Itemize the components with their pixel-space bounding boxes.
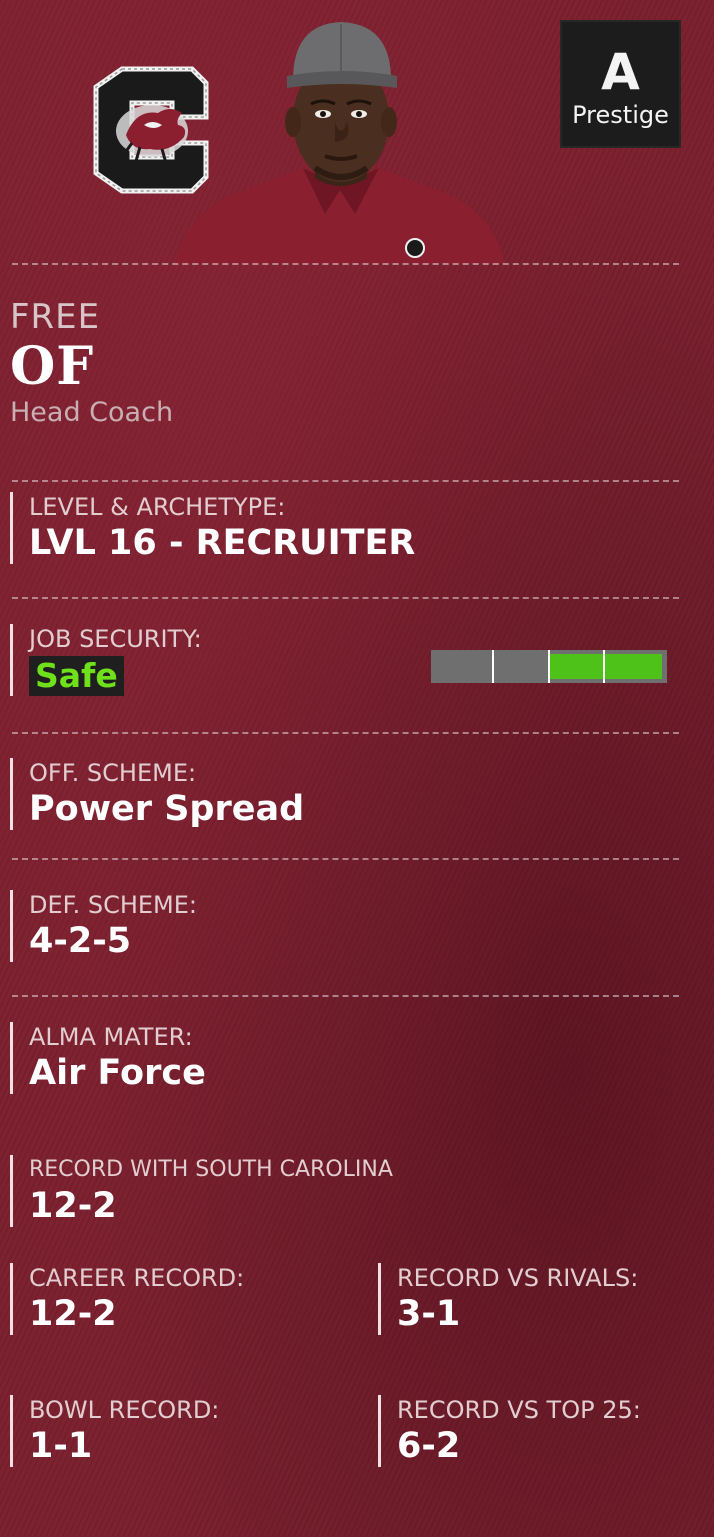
job-security-value: Safe [29,656,124,696]
alma-mater-field: ALMA MATER: Air Force [10,1022,206,1094]
def-scheme-value: 4-2-5 [29,921,132,961]
record-with-team-field: RECORD WITH SOUTH CAROLINA 12-2 [10,1155,393,1227]
def-scheme-label: DEF. SCHEME: [29,891,198,919]
level-archetype-label: LEVEL & ARCHETYPE: [29,493,286,521]
off-scheme-label: OFF. SCHEME: [29,759,197,787]
meter-tick [603,650,605,683]
record-with-team-label: RECORD WITH SOUTH CAROLINA [29,1157,393,1182]
prestige-badge: A Prestige [560,20,681,148]
job-security-meter-fill [548,654,662,679]
record-vs-top25-value: 6-2 [397,1426,461,1466]
divider [12,263,679,265]
record-vs-rivals-value: 3-1 [397,1294,461,1334]
alma-mater-value: Air Force [29,1053,206,1093]
level-archetype-value: LVL 16 - RECRUITER [29,523,416,563]
record-vs-top25-field: RECORD VS TOP 25: 6-2 [378,1395,641,1467]
def-scheme-field: DEF. SCHEME: 4-2-5 [10,890,197,962]
coach-first-name: FREE [10,297,101,337]
bowl-record-label: BOWL RECORD: [29,1396,220,1424]
coach-role: Head Coach [10,397,174,428]
job-security-field: JOB SECURITY: Safe [10,624,202,696]
job-security-meter [431,650,667,683]
meter-tick [492,650,494,683]
career-record-field: CAREER RECORD: 12-2 [10,1263,244,1335]
record-vs-rivals-field: RECORD VS RIVALS: 3-1 [378,1263,638,1335]
divider [12,858,679,860]
coach-name-block: FREE OF Head Coach [10,297,173,429]
bowl-record-value: 1-1 [29,1426,93,1466]
record-with-team-value: 12-2 [29,1186,117,1226]
career-record-label: CAREER RECORD: [29,1264,245,1292]
record-vs-top25-label: RECORD VS TOP 25: [397,1396,641,1424]
prestige-label: Prestige [572,101,669,129]
coach-last-name: OF [10,336,95,397]
job-security-label: JOB SECURITY: [29,625,202,653]
divider [12,995,679,997]
career-record-value: 12-2 [29,1294,117,1334]
meter-tick [548,650,550,683]
divider [12,597,679,599]
bowl-record-field: BOWL RECORD: 1-1 [10,1395,219,1467]
off-scheme-value: Power Spread [29,789,305,829]
coach-card: A Prestige FREE OF Head Coach LEVEL & AR… [0,0,714,1537]
coach-portrait [175,22,505,264]
off-scheme-field: OFF. SCHEME: Power Spread [10,758,304,830]
level-archetype-field: LEVEL & ARCHETYPE: LVL 16 - RECRUITER [10,492,415,564]
alma-mater-label: ALMA MATER: [29,1023,193,1051]
prestige-grade: A [601,43,640,101]
record-vs-rivals-label: RECORD VS RIVALS: [397,1264,639,1292]
divider [12,480,679,482]
divider [12,732,679,734]
